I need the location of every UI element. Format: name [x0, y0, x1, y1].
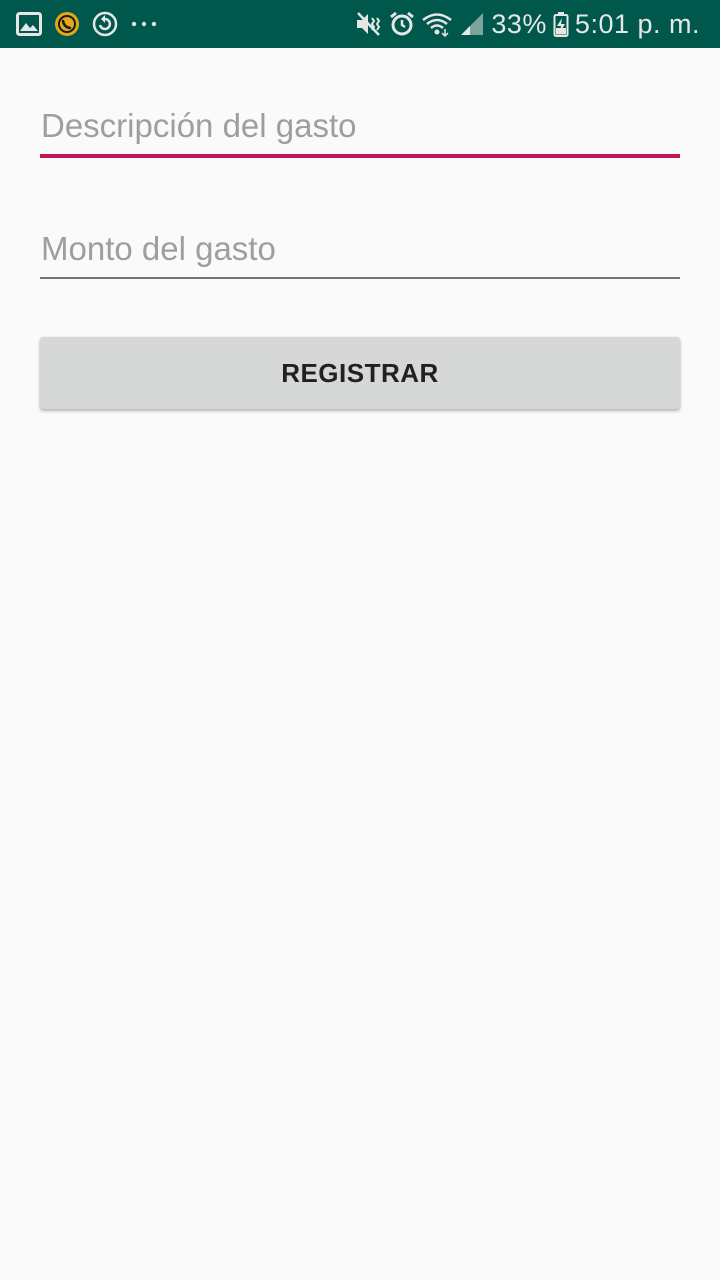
- description-field: [40, 100, 680, 158]
- clock: 5:01 p. m.: [574, 9, 700, 39]
- more-notifications-icon: [130, 20, 158, 28]
- amount-field: [40, 223, 680, 279]
- alarm-icon: [389, 11, 415, 37]
- signal-icon: [459, 11, 485, 37]
- amount-input[interactable]: [40, 223, 680, 275]
- notification-icons: [16, 0, 158, 48]
- register-button[interactable]: REGISTRAR: [40, 337, 680, 409]
- description-input[interactable]: [40, 100, 680, 152]
- battery-percentage: 33%: [491, 9, 547, 39]
- battery-charging-icon: [553, 11, 569, 37]
- wifi-icon: [421, 11, 453, 37]
- whatsapp-icon: [54, 11, 80, 37]
- description-underline: [40, 154, 680, 158]
- vibrate-mute-icon: [355, 11, 383, 37]
- amount-underline: [40, 277, 680, 279]
- status-bar: 33% 5:01 p. m.: [0, 0, 720, 48]
- system-icons: 33% 5:01 p. m.: [355, 0, 700, 48]
- gallery-icon: [16, 12, 42, 36]
- sync-icon: [92, 11, 118, 37]
